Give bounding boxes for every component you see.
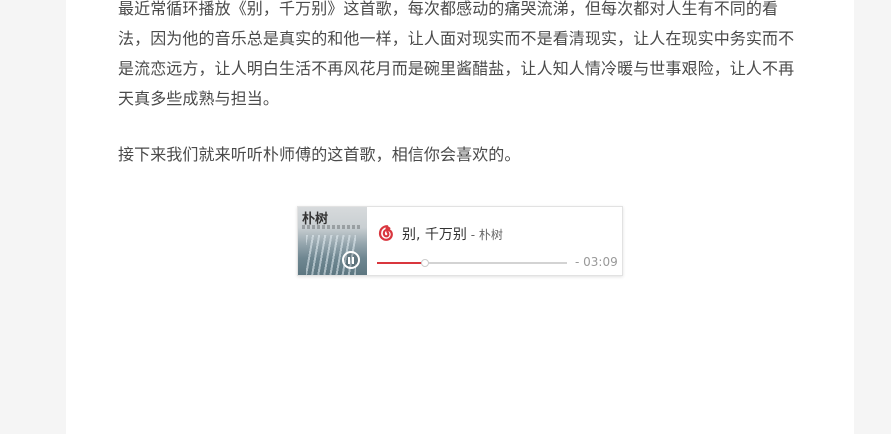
song-title: 别, 千万别 <box>402 227 467 243</box>
pause-bar <box>352 256 354 264</box>
album-cover-subtitle <box>302 225 360 229</box>
article-page: 最近常循环播放《别，千万别》这首歌，每次都感动的痛哭流涕，但每次都对人生有不同的… <box>66 0 854 434</box>
article-paragraph: 接下来我们就来听听朴师傅的这首歌，相信你会喜欢的。 <box>118 145 521 164</box>
artist-separator: - <box>466 228 479 242</box>
progress-fill <box>377 262 425 264</box>
pause-bar <box>348 256 350 264</box>
album-cover[interactable]: 朴树 <box>298 207 367 275</box>
track-duration: - 03:09 <box>575 255 618 269</box>
song-info: 别, 千万别 - 朴树 <box>402 224 503 244</box>
music-player: 朴树 别, 千万别 - 朴树 - 03:09 <box>297 206 623 276</box>
pause-icon[interactable] <box>342 251 360 269</box>
progress-bar[interactable] <box>377 259 567 267</box>
netease-cloud-music-icon <box>376 223 396 243</box>
artist-name: 朴树 <box>478 228 503 242</box>
article-paragraph: 最近常循环播放《别，千万别》这首歌，每次都感动的痛哭流涕，但每次都对人生有不同的… <box>118 0 795 108</box>
progress-handle[interactable] <box>420 259 429 267</box>
